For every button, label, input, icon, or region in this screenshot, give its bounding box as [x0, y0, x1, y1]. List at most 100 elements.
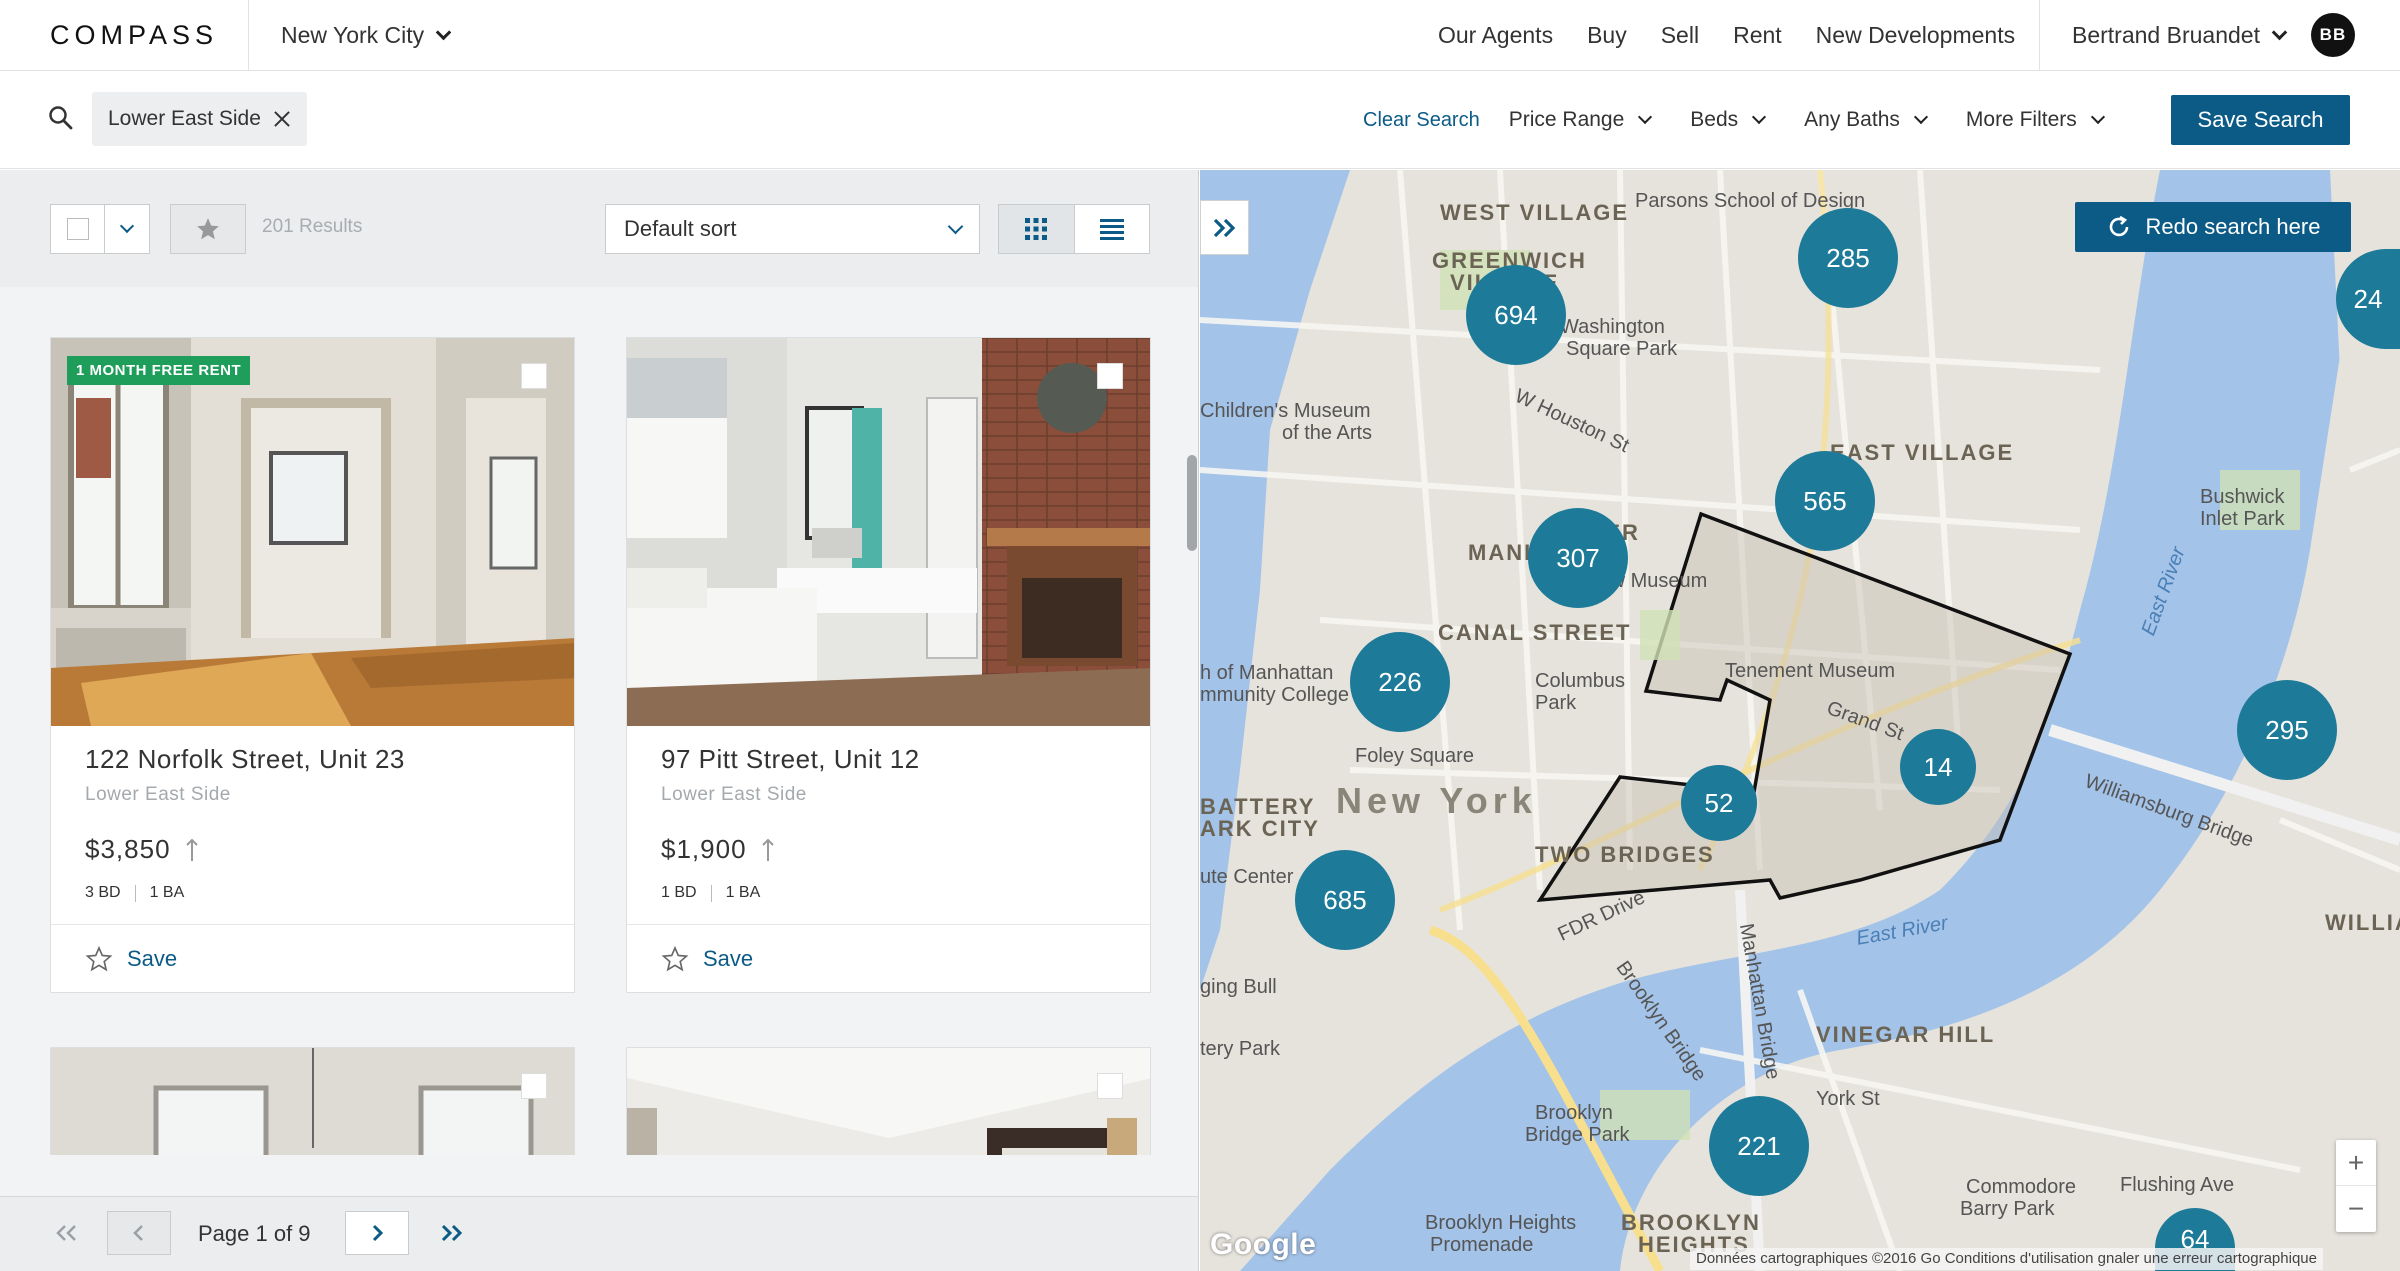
listing-address[interactable]: 97 Pitt Street, Unit 12 [661, 744, 920, 775]
refresh-icon [2109, 215, 2128, 237]
listing-price: $3,850 [85, 834, 199, 865]
map-cluster[interactable]: 307 [1528, 508, 1628, 608]
user-name: Bertrand Bruandet [2072, 21, 2260, 48]
map-label: Children's Museum [1200, 400, 1371, 422]
listing-info: 97 Pitt Street, Unit 12 Lower East Side … [627, 726, 1150, 925]
map-label: of the Arts [1282, 422, 1373, 444]
zoom-control: + − [2336, 1140, 2376, 1232]
listing-checkbox[interactable] [1097, 363, 1123, 389]
listing-card[interactable]: 1 MONTH FREE RENT 122 Norfolk Street, Un… [50, 337, 575, 993]
search-chip: Lower East Side [92, 92, 307, 146]
select-dropdown[interactable] [105, 205, 149, 253]
listing-card[interactable]: 97 Pitt Street, Unit 12 Lower East Side … [626, 337, 1151, 993]
map-cluster[interactable]: 221 [1709, 1096, 1809, 1196]
avatar[interactable]: BB [2310, 13, 2355, 57]
star-outline-icon [85, 945, 113, 971]
save-label: Save [703, 945, 754, 971]
listing-card[interactable] [626, 1047, 1151, 1155]
listing-checkbox[interactable] [521, 1073, 547, 1099]
chevron-left-icon [133, 1225, 143, 1241]
listing-scrollbar[interactable] [1185, 287, 1198, 1155]
last-page-button[interactable] [426, 1211, 478, 1255]
map-label: Brooklyn [1535, 1102, 1613, 1124]
beds-filter[interactable]: Beds [1690, 108, 1767, 132]
map-label: Bushwick [2200, 486, 2285, 508]
listing-checkbox[interactable] [521, 363, 547, 389]
results-count: 201 Results [262, 216, 363, 237]
price-up-arrow-icon [761, 838, 774, 861]
listing-photo[interactable] [627, 1048, 1150, 1155]
chevron-down-icon [1913, 109, 1928, 125]
map-label: ute Center [1200, 866, 1294, 888]
map-cluster[interactable]: 694 [1466, 265, 1566, 365]
zoom-out-button[interactable]: − [2336, 1186, 2376, 1232]
map-cluster[interactable]: 226 [1350, 632, 1450, 732]
chevron-down-icon [435, 24, 452, 40]
city-selector[interactable]: New York City [248, 0, 452, 70]
list-view-button[interactable] [1075, 205, 1150, 253]
map-label: mmunity College [1200, 684, 1349, 706]
save-listing-button[interactable]: Save [627, 925, 1150, 992]
listing-photo[interactable] [627, 338, 1150, 726]
price-range-filter[interactable]: Price Range [1509, 108, 1653, 132]
map-cluster[interactable]: 565 [1775, 451, 1875, 551]
map-cluster[interactable]: 295 [2237, 680, 2337, 780]
view-toggle [998, 204, 1150, 254]
listing-photo[interactable]: 1 MONTH FREE RENT [51, 338, 574, 726]
map-label: Foley Square [1355, 745, 1474, 767]
filter-bar: Clear Search Price Range Beds Any Baths … [1363, 71, 2143, 169]
nav-sell[interactable]: Sell [1661, 22, 1699, 49]
list-icon [1099, 219, 1124, 240]
map-cluster[interactable]: 685 [1295, 850, 1395, 950]
compass-logo[interactable]: COMPASS [50, 20, 218, 51]
listing-checkbox[interactable] [1097, 1073, 1123, 1099]
map-cluster[interactable]: 14 [1900, 729, 1976, 805]
save-listing-button[interactable]: Save [51, 925, 574, 992]
first-page-button[interactable] [40, 1211, 92, 1255]
map-label: Barry Park [1960, 1198, 2055, 1220]
sort-dropdown[interactable]: Default sort [605, 204, 980, 254]
filter-label: More Filters [1965, 108, 2077, 131]
map-label: TWO BRIDGES [1535, 842, 1715, 867]
map-cluster[interactable]: 52 [1681, 765, 1757, 841]
next-page-button[interactable] [345, 1211, 409, 1255]
remove-chip-icon[interactable] [273, 110, 291, 128]
baths-filter[interactable]: Any Baths [1804, 108, 1928, 132]
scrollbar-thumb[interactable] [1187, 455, 1197, 551]
double-chevron-right-icon [441, 1224, 463, 1242]
collapse-map-button[interactable] [1200, 200, 1249, 255]
user-menu[interactable]: Bertrand Bruandet BB [2039, 0, 2355, 70]
pagination: Page 1 of 9 [0, 1196, 1198, 1271]
previous-page-button[interactable] [107, 1211, 171, 1255]
redo-search-button[interactable]: Redo search here [2075, 202, 2351, 252]
nav-rent[interactable]: Rent [1733, 22, 1782, 49]
nav-buy[interactable]: Buy [1587, 22, 1627, 49]
save-search-button[interactable]: Save Search [2171, 95, 2350, 145]
map-attribution[interactable]: Données cartographiques ©2016 Go Conditi… [1690, 1248, 2323, 1270]
select-all-checkbox[interactable] [51, 205, 105, 253]
map-label: Washington [1560, 316, 1665, 338]
clear-search-link[interactable]: Clear Search [1363, 109, 1480, 132]
promo-badge: 1 MONTH FREE RENT [67, 356, 251, 385]
nav-our-agents[interactable]: Our Agents [1438, 22, 1553, 49]
listing-address[interactable]: 122 Norfolk Street, Unit 23 [85, 744, 405, 775]
filter-label: Any Baths [1804, 108, 1900, 131]
chevron-down-icon [1638, 109, 1653, 125]
nav-new-developments[interactable]: New Developments [1816, 22, 2015, 49]
map-label: Park [1535, 692, 1577, 714]
baths-count: 1 BA [149, 884, 185, 901]
map-label: EAST VILLAGE [1830, 440, 2015, 465]
listing-card[interactable] [50, 1047, 575, 1155]
grid-view-button[interactable] [999, 205, 1075, 253]
favorites-filter-button[interactable] [170, 204, 246, 254]
map-label: WEST VILLAGE [1440, 200, 1629, 225]
zoom-in-button[interactable]: + [2336, 1140, 2376, 1186]
listing-photo[interactable] [51, 1048, 574, 1155]
search-icon[interactable] [48, 105, 74, 131]
more-filters[interactable]: More Filters [1965, 108, 2105, 132]
apartment-photo-3 [51, 1048, 574, 1155]
map-cluster[interactable]: 285 [1798, 208, 1898, 308]
search-chip-label: Lower East Side [108, 107, 261, 130]
select-all-control[interactable] [50, 204, 150, 254]
price-up-arrow-icon [185, 838, 198, 861]
